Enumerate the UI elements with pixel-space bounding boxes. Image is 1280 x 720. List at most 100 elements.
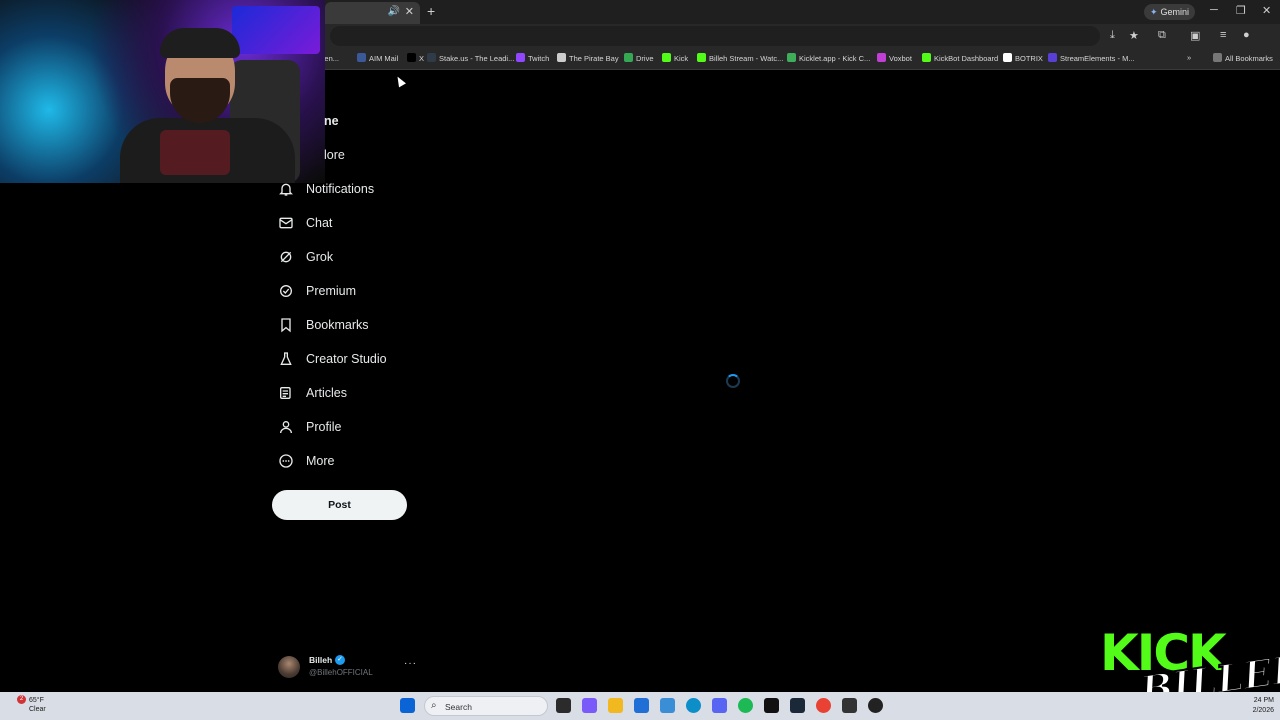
store-icon[interactable] xyxy=(634,698,649,713)
sidebar-item-label: More xyxy=(306,454,335,468)
notification-badge: 2 xyxy=(17,695,26,704)
file-explorer-icon[interactable] xyxy=(608,698,623,713)
steam-icon[interactable] xyxy=(790,698,805,713)
sidebar-item-grok[interactable]: Grok xyxy=(278,245,333,269)
restore-icon[interactable]: ❐ xyxy=(1236,4,1246,17)
sidebar-item-article[interactable]: Articles xyxy=(278,381,347,405)
minimize-icon[interactable]: ─ xyxy=(1210,4,1218,16)
sidebar-item-bookmark[interactable]: Bookmarks xyxy=(278,313,369,337)
task-view-icon[interactable] xyxy=(556,698,571,713)
verified-badge-icon: ✓ xyxy=(335,655,345,665)
bookmark-item[interactable]: Voxbot xyxy=(877,53,912,63)
weather-widget[interactable]: 2 65°F Clear xyxy=(14,695,46,714)
x-app-icon[interactable] xyxy=(764,698,779,713)
bookmark-item[interactable]: AIM Mail xyxy=(357,53,398,63)
streamer-beard xyxy=(170,78,230,123)
post-button[interactable]: Post xyxy=(272,490,407,520)
menu-icon[interactable]: ≡ xyxy=(1220,29,1226,41)
address-bar[interactable] xyxy=(330,26,1100,46)
avatar xyxy=(278,656,300,678)
gemini-button[interactable]: ✦ Gemini xyxy=(1144,4,1196,20)
sidebar-item-mail[interactable]: Chat xyxy=(278,211,332,235)
account-handle: @BillehOFFICIAL xyxy=(309,668,373,677)
bookmark-item[interactable]: Billeh Stream - Watc... xyxy=(697,53,783,63)
kick-billeh-logo: KICK BILLEH xyxy=(1100,626,1280,713)
bookmark-item[interactable]: X xyxy=(407,53,424,63)
bookmark-label: Kicklet.app - Kick C... xyxy=(799,54,871,63)
bookmark-label: The Pirate Bay xyxy=(569,54,619,63)
sidebar-item-label: Notifications xyxy=(306,182,375,196)
app-icon[interactable] xyxy=(660,698,675,713)
bookmark-item[interactable]: BOTRIX xyxy=(1003,53,1043,63)
bookmark-item[interactable]: Twitch xyxy=(516,53,549,63)
mail-icon xyxy=(279,217,293,229)
sidebar-item-label: Profile xyxy=(306,420,342,434)
sidebar-item-bell[interactable]: Notifications xyxy=(278,177,374,201)
bookmark-favicon-icon xyxy=(557,53,566,62)
bookmark-item[interactable]: Drive xyxy=(624,53,654,63)
copilot-icon[interactable] xyxy=(582,698,597,713)
sidebar-item-flask[interactable]: Creator Studio xyxy=(278,347,387,371)
new-tab-icon[interactable]: + xyxy=(427,3,435,19)
browser-tab[interactable]: 🔊 ✕ xyxy=(325,2,420,24)
sidebar-item-label: Premium xyxy=(306,284,357,298)
bookmark-label: Billeh Stream - Watc... xyxy=(709,54,784,63)
bookmark-item[interactable]: Kicklet.app - Kick C... xyxy=(787,53,870,63)
start-icon[interactable] xyxy=(400,698,415,713)
all-bookmarks[interactable]: All Bookmarks xyxy=(1213,53,1273,63)
bookmark-item[interactable]: The Pirate Bay xyxy=(557,53,619,63)
weather-condition: Clear xyxy=(29,706,46,713)
gemini-icon: ✦ xyxy=(1150,7,1158,17)
bookmark-label: StreamElements - M... xyxy=(1060,54,1135,63)
bookmark-label: KickBot Dashboard xyxy=(934,54,999,63)
bookmark-favicon-icon xyxy=(922,53,931,62)
account-name: Billeh xyxy=(309,655,333,665)
sidebar-item-home[interactable]: ne xyxy=(324,109,339,133)
bookmarks-overflow-icon[interactable]: » xyxy=(1187,53,1191,62)
system-clock[interactable]: 24 PM 2/2026 xyxy=(1240,696,1274,716)
sidebar-item-premium[interactable]: Premium xyxy=(278,279,356,303)
bookmark-favicon-icon xyxy=(624,53,633,62)
bookmark-item[interactable]: KickBot Dashboard xyxy=(922,53,998,63)
bookmark-label: Voxbot xyxy=(889,54,912,63)
install-icon[interactable]: ⤓ xyxy=(1110,29,1115,42)
sidebar-item-person[interactable]: Profile xyxy=(278,415,341,439)
close-tab-icon[interactable]: ✕ xyxy=(405,5,414,18)
edge-icon[interactable] xyxy=(686,698,701,713)
premium-icon xyxy=(280,285,292,297)
discord-icon[interactable] xyxy=(712,698,727,713)
webcam-overlay xyxy=(0,0,325,183)
sidepanel-icon[interactable]: ▣ xyxy=(1190,29,1200,42)
sidebar-item-label: Bookmarks xyxy=(306,318,369,332)
bookmark-item[interactable]: Kick xyxy=(662,53,688,63)
bookmark-favicon-icon xyxy=(1048,53,1057,62)
bookmark-favicon-icon xyxy=(357,53,366,62)
neon-sign xyxy=(232,6,320,54)
bookmark-item[interactable]: StreamElements - M... xyxy=(1048,53,1135,63)
search-label: Search xyxy=(445,702,472,712)
profile-icon[interactable]: ● xyxy=(1243,29,1250,41)
settings-icon[interactable] xyxy=(842,698,857,713)
bookmark-favicon-icon xyxy=(877,53,886,62)
bookmark-label: X xyxy=(419,54,425,63)
sidebar-item-explore[interactable]: lore xyxy=(324,143,345,167)
bookmark-favicon-icon xyxy=(427,53,436,62)
extensions-icon[interactable]: ⧉ xyxy=(1158,29,1166,42)
speaker-icon[interactable]: 🔊 xyxy=(388,6,400,17)
weather-temp: 65°F xyxy=(29,697,44,704)
bookmark-label: Drive xyxy=(636,54,654,63)
sidebar-item-label: Articles xyxy=(306,386,347,400)
spotify-icon[interactable] xyxy=(738,698,753,713)
obs-icon[interactable] xyxy=(868,698,883,713)
chrome-icon[interactable] xyxy=(816,698,831,713)
taskbar-search[interactable]: ⌕ Search xyxy=(424,696,548,716)
sidebar-item-more-circle[interactable]: More xyxy=(278,449,334,473)
flask-icon xyxy=(280,352,292,365)
bookmark-item[interactable]: Stake.us - The Leadi... xyxy=(427,53,514,63)
account-more-icon[interactable]: ··· xyxy=(404,658,417,669)
close-window-icon[interactable]: ✕ xyxy=(1262,4,1271,17)
star-icon[interactable]: ★ xyxy=(1129,29,1139,42)
account-switcher[interactable]: Billeh ✓ @BillehOFFICIAL ··· xyxy=(278,654,418,680)
bookmark-label: AIM Mail xyxy=(369,54,399,63)
search-icon: ⌕ xyxy=(431,700,437,711)
